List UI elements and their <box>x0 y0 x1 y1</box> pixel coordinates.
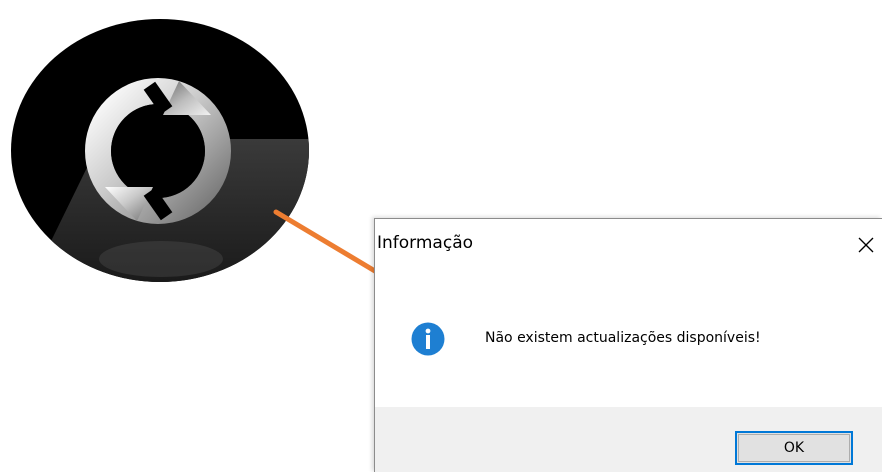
dialog-footer: OK <box>375 407 882 472</box>
dialog-message: Não existem actualizações disponíveis! <box>485 330 761 346</box>
information-dialog: Informação Não existem actualizações dis… <box>374 218 882 472</box>
ok-button[interactable]: OK <box>735 431 853 465</box>
ok-button-label: OK <box>783 440 805 456</box>
dialog-title: Informação <box>377 233 474 253</box>
update-illustration <box>11 19 309 282</box>
info-icon <box>411 322 445 356</box>
close-icon <box>858 237 874 253</box>
close-button[interactable] <box>850 229 882 261</box>
refresh-arrows-icon <box>31 78 309 282</box>
dialog-titlebar: Informação <box>375 219 882 269</box>
